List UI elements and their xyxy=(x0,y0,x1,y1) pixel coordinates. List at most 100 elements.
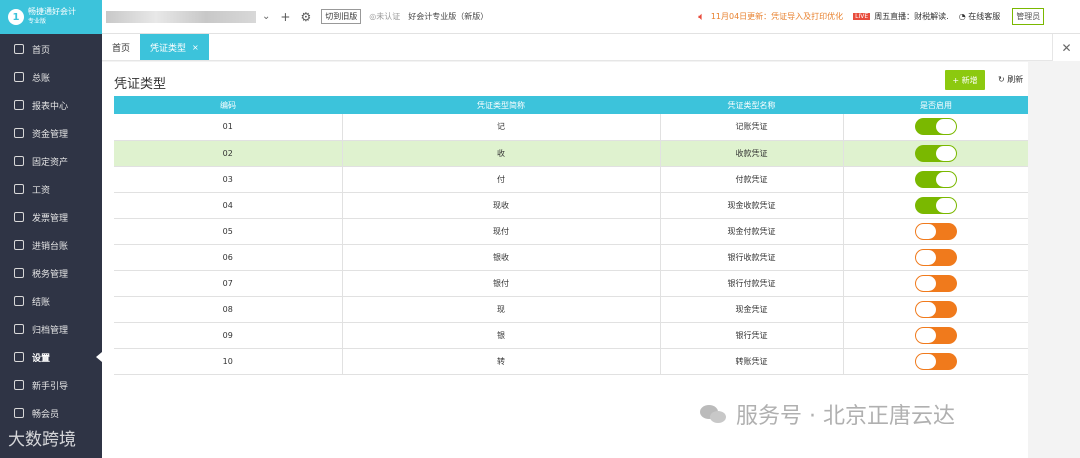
table-row[interactable]: 03 付付款凭证 xyxy=(114,166,1029,193)
table-row[interactable]: 01 记记账凭证 xyxy=(114,114,1029,141)
table-row[interactable]: 09 银银行凭证 xyxy=(114,322,1029,349)
cell-enabled xyxy=(843,140,1029,167)
certification-status[interactable]: ◎未认证 xyxy=(369,11,400,22)
archive-icon xyxy=(14,324,24,334)
enabled-toggle[interactable] xyxy=(915,326,958,344)
sidebar-item-5[interactable]: 工资 xyxy=(0,175,102,203)
refresh-button[interactable]: ↻ 刷新 xyxy=(998,74,1023,85)
sidebar-item-6[interactable]: 发票管理 xyxy=(0,203,102,231)
table-row[interactable]: 05 现付 现金付款凭证 xyxy=(114,218,1029,245)
close-icon[interactable]: ✕ xyxy=(1052,34,1080,61)
voucher-type-table: 编码 凭证类型简称 凭证类型名称 是否启用 01 记记账凭证 02 收收款凭证 03 付付… xyxy=(114,96,1029,375)
cell-short: 现付 xyxy=(342,218,661,245)
cell-short: 现 xyxy=(342,296,661,323)
cell-code: 10 xyxy=(114,348,343,375)
ledger-icon xyxy=(14,72,24,82)
cell-code: 04 xyxy=(114,192,343,219)
company-selector[interactable] xyxy=(106,10,256,23)
cell-short: 记 xyxy=(342,114,661,141)
enabled-toggle[interactable] xyxy=(915,352,958,370)
money-icon xyxy=(14,128,24,138)
cell-code: 05 xyxy=(114,218,343,245)
table-row[interactable]: 04 现收 现金收款凭证 xyxy=(114,192,1029,219)
watermark-text: 服务号 · 北京正唐云达 xyxy=(736,404,955,429)
cell-code: 06 xyxy=(114,244,343,271)
switch-old-version-button[interactable]: 切到旧版 xyxy=(321,9,362,24)
announcement[interactable]: 🔈︎ 11月04日更新：凭证导入及打印优化 xyxy=(698,10,843,24)
logo-title: 畅捷通好会计 xyxy=(28,7,76,16)
live-stream-link[interactable]: LIVE 周五直播：财税解读. xyxy=(853,11,949,22)
enabled-toggle[interactable] xyxy=(915,274,958,292)
sidebar-item-label: 结账 xyxy=(32,297,51,308)
sidebar-item-label: 资金管理 xyxy=(32,129,69,140)
add-icon[interactable]: + xyxy=(280,10,290,24)
cell-code: 07 xyxy=(114,270,343,297)
sidebar-item-label: 总账 xyxy=(32,73,51,84)
sidebar-item-13[interactable]: 畅会员 xyxy=(0,399,102,427)
cell-code: 03 xyxy=(114,166,343,193)
tab-label: 首页 xyxy=(112,43,131,54)
cell-name: 记账凭证 xyxy=(660,114,844,141)
toggle-knob xyxy=(936,145,957,161)
salary-icon xyxy=(14,184,24,194)
refresh-label: 刷新 xyxy=(1007,75,1024,84)
toggle-knob xyxy=(936,119,957,135)
cell-name: 付款凭证 xyxy=(660,166,844,193)
sidebar-item-1[interactable]: 总账 xyxy=(0,63,102,91)
cell-name: 银行凭证 xyxy=(660,322,844,349)
enabled-toggle[interactable] xyxy=(915,144,958,162)
cell-enabled xyxy=(843,114,1029,141)
speaker-icon: 🔈︎ xyxy=(698,9,705,23)
sidebar-item-9[interactable]: 结账 xyxy=(0,287,102,315)
table-row[interactable]: 10 转转账凭证 xyxy=(114,348,1029,375)
logo-icon: 1 xyxy=(8,9,24,25)
sidebar-item-10[interactable]: 归档管理 xyxy=(0,315,102,343)
side-gutter xyxy=(1028,62,1080,458)
enabled-toggle[interactable] xyxy=(915,118,958,136)
home-icon xyxy=(14,44,24,54)
sidebar-item-7[interactable]: 进销台账 xyxy=(0,231,102,259)
tab-0[interactable]: 首页 xyxy=(102,34,140,60)
sidebar-item-3[interactable]: 资金管理 xyxy=(0,119,102,147)
gear-icon[interactable]: ⚙ xyxy=(300,10,311,24)
table-row[interactable]: 06 银收 银行收款凭证 xyxy=(114,244,1029,271)
toggle-knob xyxy=(916,223,937,239)
sidebar-item-12[interactable]: 新手引导 xyxy=(0,371,102,399)
header-full-name: 凭证类型名称 xyxy=(660,96,843,114)
logo-subtitle: 专业版 xyxy=(28,18,47,25)
add-button[interactable]: + 新增 xyxy=(945,70,985,90)
enabled-toggle[interactable] xyxy=(915,196,958,214)
sidebar-item-8[interactable]: 税务管理 xyxy=(0,259,102,287)
headset-icon: ◔ xyxy=(958,12,969,21)
refresh-icon: ↻ xyxy=(998,75,1008,84)
enabled-toggle[interactable] xyxy=(915,222,958,240)
enabled-toggle[interactable] xyxy=(915,170,958,188)
enabled-toggle[interactable] xyxy=(915,248,958,266)
app-logo[interactable]: 1 畅捷通好会计 专业版 xyxy=(0,0,102,34)
sidebar: 1 畅捷通好会计 专业版 首页总账报表中心资金管理固定资产工资发票管理 进销台账税… xyxy=(0,0,102,458)
cell-short: 银 xyxy=(342,322,661,349)
cell-short: 转 xyxy=(342,348,661,375)
cell-name: 现金付款凭证 xyxy=(660,218,844,245)
cell-name: 转账凭证 xyxy=(660,348,844,375)
announcement-text: 11月04日更新：凭证导入及打印优化 xyxy=(710,12,844,21)
cell-enabled xyxy=(843,218,1029,245)
online-service-link[interactable]: ◔ 在线客服 xyxy=(959,11,1001,22)
header-short-name: 凭证类型简称 xyxy=(342,96,660,114)
cell-code: 01 xyxy=(114,114,343,141)
chevron-down-icon[interactable]: ⌄ xyxy=(262,11,270,22)
sidebar-item-4[interactable]: 固定资产 xyxy=(0,147,102,175)
sidebar-item-2[interactable]: 报表中心 xyxy=(0,91,102,119)
sidebar-item-0[interactable]: 首页 xyxy=(0,35,102,63)
admin-menu[interactable]: 管理员 xyxy=(1012,8,1045,25)
table-row[interactable]: 02 收收款凭证 xyxy=(114,140,1029,167)
tab-close-icon[interactable]: × xyxy=(192,43,199,52)
table-row[interactable]: 07 银付 银行付款凭证 xyxy=(114,270,1029,297)
toggle-knob xyxy=(916,353,937,369)
chart-icon xyxy=(14,100,24,110)
tab-1[interactable]: 凭证类型 × xyxy=(140,34,209,60)
table-row[interactable]: 08 现现金凭证 xyxy=(114,296,1029,323)
sidebar-item-11[interactable]: 设置 xyxy=(0,343,102,371)
sidebar-item-label: 工资 xyxy=(32,185,51,196)
enabled-toggle[interactable] xyxy=(915,300,958,318)
